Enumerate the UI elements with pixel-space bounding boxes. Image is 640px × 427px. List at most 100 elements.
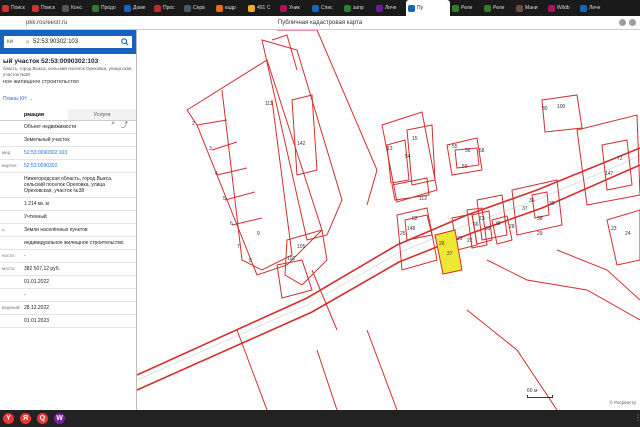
plans-link[interactable]: Планы КН → bbox=[0, 96, 36, 102]
tab-favicon-icon bbox=[580, 4, 587, 12]
tab-label: Серв bbox=[193, 5, 205, 11]
property-key bbox=[2, 124, 24, 130]
parcel-number-label: 59 bbox=[462, 164, 468, 170]
menu-icon[interactable] bbox=[629, 19, 636, 26]
property-value[interactable]: 52:53:0090302 bbox=[24, 163, 134, 169]
browser-tab[interactable]: Мани bbox=[514, 0, 546, 16]
parcel-number-label: 54 bbox=[405, 154, 411, 160]
tab-favicon-icon bbox=[184, 4, 191, 12]
browser-tab[interactable]: Продо bbox=[90, 0, 122, 16]
browser-tab[interactable]: Прос bbox=[152, 0, 182, 16]
property-key bbox=[2, 176, 24, 194]
browser-tab[interactable]: Реле bbox=[482, 0, 514, 16]
search-icon[interactable] bbox=[121, 38, 129, 46]
yandex-browser-icon[interactable]: Y bbox=[3, 413, 14, 424]
taskbar: Y Я Q W ⋮ bbox=[0, 410, 640, 427]
tab-services[interactable]: Услуги bbox=[68, 109, 136, 120]
messenger-icon[interactable]: W bbox=[54, 413, 65, 424]
browser-tab[interactable]: Спис bbox=[310, 0, 342, 16]
tab-favicon-icon bbox=[124, 4, 131, 12]
tab-label: Прос bbox=[163, 5, 175, 11]
parcel-number-label: 7 bbox=[237, 244, 240, 250]
property-key bbox=[2, 214, 24, 220]
browser-tab[interactable]: Реле bbox=[450, 0, 482, 16]
tab-favicon-icon bbox=[280, 4, 287, 12]
parcel-number-label: 28 bbox=[509, 224, 515, 230]
tab-label: Реле bbox=[493, 5, 505, 11]
browser-tab[interactable]: Поиск bbox=[0, 0, 30, 16]
tab-label: Wildb bbox=[557, 5, 570, 11]
search-input[interactable]: 52:53:90302:103 bbox=[33, 39, 121, 45]
tab-label: 491 С bbox=[257, 5, 271, 11]
browser-tab[interactable]: запр bbox=[342, 0, 374, 16]
browser-tab-bar: Поиск Поиск Конс Продо Доме Прос Серв кадр 491 С… bbox=[0, 0, 640, 16]
property-value: 28.12.2022 bbox=[24, 305, 50, 311]
bookmark-icon[interactable] bbox=[619, 19, 626, 26]
yandex-icon[interactable]: Я bbox=[20, 413, 31, 424]
property-row: - bbox=[0, 289, 136, 302]
search-icon[interactable]: ⌕ bbox=[111, 120, 115, 130]
search-panel: ки ✕ 52:53:90302:103 bbox=[0, 30, 136, 54]
parcel-number-label: 22 bbox=[467, 238, 473, 244]
property-value: 01.01.2022 bbox=[24, 279, 50, 285]
tab-favicon-icon bbox=[32, 4, 39, 12]
share-icon[interactable]: ⤴ bbox=[121, 120, 128, 130]
property-value: Земли населённых пунктов bbox=[24, 227, 88, 233]
close-icon[interactable]: ✕ bbox=[25, 39, 30, 46]
parcel-number-label: 105 bbox=[297, 244, 306, 250]
tab-label: Уник bbox=[289, 5, 300, 11]
tab-favicon-icon bbox=[452, 4, 459, 12]
browser-tab[interactable]: Доме bbox=[122, 0, 152, 16]
property-value: 1 214 кв. м bbox=[24, 201, 49, 207]
property-row: ведений: 28.12.2022 bbox=[0, 302, 136, 315]
scale-label: 60 м bbox=[527, 388, 538, 394]
parcel-number-label: 6 bbox=[230, 221, 233, 227]
tab-label: Личн bbox=[589, 5, 601, 11]
address-bar: pkk.rosreestr.ru Публичная кадастровая к… bbox=[0, 16, 640, 30]
browser-tab[interactable]: Wildb bbox=[546, 0, 578, 16]
parcel-info-sidebar: ки ✕ 52:53:90302:103 ый участок 52:53:00… bbox=[0, 30, 137, 410]
parcel-number-label: 25 bbox=[400, 231, 406, 237]
parcel-number-label: 148 bbox=[407, 226, 416, 232]
parcel-number-label: 2 bbox=[192, 121, 195, 127]
tab-information[interactable]: рмация bbox=[0, 109, 68, 120]
property-value: Нижегородская область, город Выкса, сель… bbox=[24, 176, 113, 194]
tab-favicon-icon bbox=[484, 4, 491, 12]
search-mode-select[interactable]: ки bbox=[7, 39, 25, 45]
browser-action-icons bbox=[619, 19, 636, 26]
tab-favicon-icon bbox=[154, 4, 161, 12]
browser-tab[interactable]: кадр bbox=[214, 0, 246, 16]
map-canvas[interactable]: 234567891315545556 58597280 10010210511114… bbox=[137, 30, 640, 410]
parcel-number-label: 30 bbox=[549, 201, 555, 207]
browser-tab[interactable]: Серв bbox=[182, 0, 214, 16]
parcel-address: бласть, город Выкса, сельский поселок Ор… bbox=[3, 66, 133, 77]
property-value: - bbox=[24, 292, 26, 298]
property-value: Земельный участок bbox=[24, 137, 70, 143]
property-value[interactable]: 52:53:0090302:103 bbox=[24, 150, 134, 156]
browser-tab[interactable]: 491 С bbox=[246, 0, 278, 16]
browser-tab[interactable]: Уник bbox=[278, 0, 310, 16]
browser-tab[interactable]: Личн bbox=[578, 0, 618, 16]
tab-label: Спис bbox=[321, 5, 333, 11]
parcel-title: ый участок 52:53:0090302:103 bbox=[3, 58, 99, 65]
search-icon[interactable]: Q bbox=[37, 413, 48, 424]
property-key: ведений: bbox=[2, 305, 21, 310]
tab-favicon-icon bbox=[408, 4, 415, 12]
cadastral-map[interactable]: 2 3 4 5 6 7 8 9 13 15 54 55 56 58 59 72 80 100 102 105 111 14… bbox=[137, 30, 640, 410]
browser-tab[interactable]: Личн bbox=[374, 0, 406, 16]
property-value: Учтенный bbox=[24, 214, 47, 220]
parcel-number-label: 24 bbox=[625, 231, 631, 237]
parcel-usage: ное жилищное строительство bbox=[3, 79, 79, 85]
browser-tab[interactable]: Конс bbox=[60, 0, 90, 16]
browser-tab[interactable]: Поиск bbox=[30, 0, 60, 16]
tab-favicon-icon bbox=[2, 4, 9, 12]
scale-bar: 60 м bbox=[527, 388, 553, 398]
parcel-number-label: 27 bbox=[447, 251, 453, 257]
taskbar-more-icon[interactable]: ⋮ bbox=[634, 413, 640, 424]
parcel-number-label: 3 bbox=[209, 146, 212, 152]
browser-tab[interactable]: Пу bbox=[406, 0, 450, 16]
parcel-number-label: 112 bbox=[419, 196, 427, 202]
parcel-number-label: 80 bbox=[542, 106, 548, 112]
tab-label: Поиск bbox=[11, 5, 25, 11]
property-key bbox=[2, 318, 24, 324]
